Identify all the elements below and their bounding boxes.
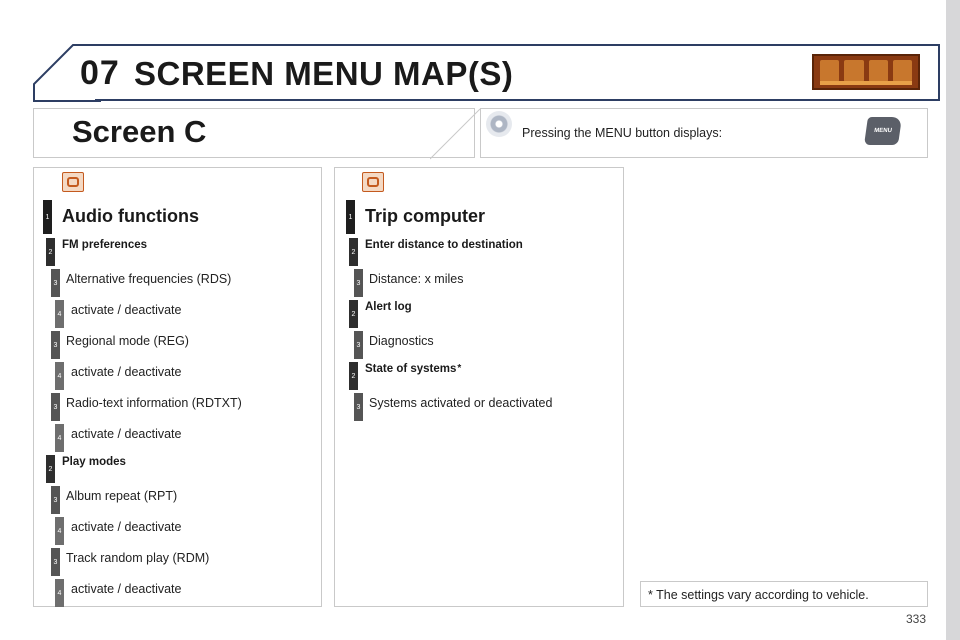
level-marker-2: 2 [46,455,55,483]
level-marker-2: 2 [349,300,358,328]
page-number: 333 [906,612,927,626]
level-marker-2: 2 [349,362,358,390]
level-marker-3: 3 [51,331,60,359]
menu-item-level-3: Regional mode (REG) [66,334,189,348]
audio-functions-icon [62,172,84,192]
menu-item-level-3: Diagnostics [369,334,434,348]
page-title: SCREEN MENU MAP(S) [134,55,514,92]
level-marker-4: 4 [55,424,64,452]
menu-item-level-2: Enter distance to destination [365,239,523,251]
document-icon [844,60,864,82]
menu-item-level-2: Alert log [365,301,412,313]
level-marker-3: 3 [354,269,363,297]
menu-item-level-2: Play modes [62,456,126,468]
menu-item-level-3: Track random play (RDM) [66,551,210,565]
level-marker-2: 2 [46,238,55,266]
menu-item-level-3: Radio-text information (RDTXT) [66,396,242,410]
level-marker-4: 4 [55,579,64,607]
menu-item-level-2: State of systems* [365,363,462,375]
level-marker-4: 4 [55,517,64,545]
level-marker-1: 1 [43,200,52,234]
menu-item-level-3: Album repeat (RPT) [66,489,178,503]
level-marker-2: 2 [349,238,358,266]
header-bottom-border [95,99,940,101]
menu-item-level-4: activate / deactivate [71,365,182,379]
audio-functions-panel [33,167,322,607]
level-marker-4: 4 [55,300,64,328]
level-marker-1: 1 [346,200,355,234]
footnote: * The settings vary according to vehicle… [648,588,869,602]
menu-item-level-3: Systems activated or deactivated [369,396,553,410]
screen-title: Screen C [72,114,207,149]
trip-computer-panel [334,167,624,607]
menu-button-icon: MENU [864,117,902,145]
menu-item-level-2: FM preferences [62,239,148,251]
level-marker-3: 3 [354,393,363,421]
info-text: Pressing the MENU button displays: [522,126,723,140]
level-marker-3: 3 [51,269,60,297]
trip-computer-icon [362,172,384,192]
menu-item-level-1: Audio functions [62,206,199,226]
level-marker-3: 3 [51,393,60,421]
menu-item-level-4: activate / deactivate [71,303,182,317]
radio-icon [820,60,840,82]
settings-icon [868,60,888,82]
level-marker-4: 4 [55,362,64,390]
thumbnail-bar [820,81,912,85]
menu-item-level-4: activate / deactivate [71,427,182,441]
level-marker-3: 3 [51,548,60,576]
audio-telematics-thumbnail-icon [812,54,920,90]
fuel-icon [892,60,912,82]
menu-button-label: MENU [873,128,893,134]
level-marker-3: 3 [354,331,363,359]
menu-item-level-4: activate / deactivate [71,582,182,596]
chapter-number: 07 [80,54,120,92]
menu-item-level-3: Alternative frequencies (RDS) [66,272,232,286]
menu-item-level-3: Distance: x miles [369,272,464,286]
menu-item-level-1: Trip computer [365,206,486,226]
footnote-asterisk: * [457,363,462,374]
level-marker-3: 3 [51,486,60,514]
header-right-border [938,44,940,101]
menu-item-level-4: activate / deactivate [71,520,182,534]
header-top-border [100,44,940,46]
page-edge-strip [946,0,960,640]
gear-icon [486,111,512,137]
